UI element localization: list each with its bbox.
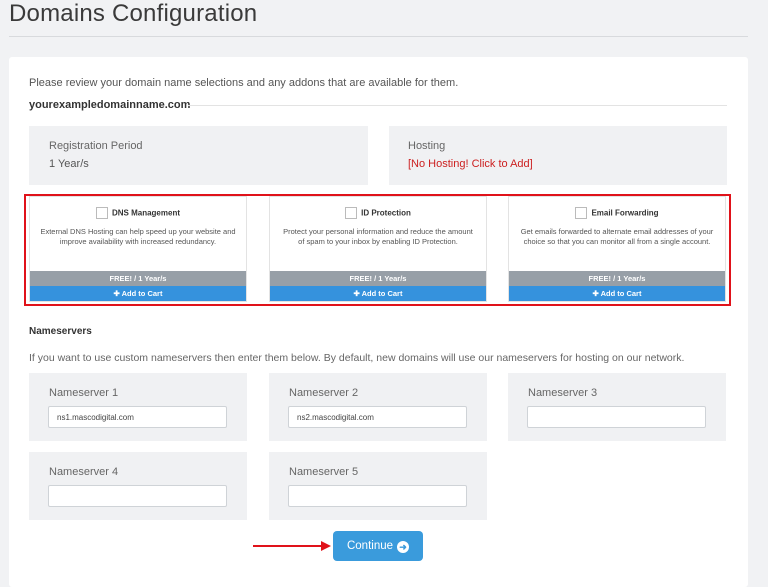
dns-management-checkbox[interactable]: [95, 207, 108, 219]
continue-label: Continue: [346, 540, 394, 552]
plus-icon: ✚: [592, 289, 599, 298]
title-divider: [9, 36, 748, 37]
addon-description: External DNS Hosting can help speed up y…: [40, 227, 236, 246]
hosting-box: Hosting [No Hosting! Click to Add]: [389, 126, 727, 185]
nameserver-1-label: Nameserver 1: [49, 387, 119, 399]
nameservers-heading: Nameservers: [29, 326, 92, 337]
addon-description: Protect your personal information and re…: [283, 227, 473, 246]
plus-icon: ✚: [353, 289, 360, 298]
addon-price: FREE! / 1 Year/s: [270, 271, 486, 286]
domain-divider: [188, 105, 727, 106]
nameserver-3-input[interactable]: [527, 406, 706, 428]
nameserver-5-box: Nameserver 5: [269, 452, 487, 520]
hosting-label: Hosting: [408, 140, 446, 152]
intro-text: Please review your domain name selection…: [29, 77, 459, 89]
page-title: Domains Configuration: [9, 0, 258, 27]
id-protection-checkbox[interactable]: [345, 207, 358, 219]
nameservers-help-text: If you want to use custom nameservers th…: [29, 352, 685, 364]
add-to-cart-button[interactable]: ✚ Add to Cart: [270, 286, 486, 301]
continue-button[interactable]: Continue ➜: [333, 531, 423, 561]
addon-id-protection: ID Protection Protect your personal info…: [269, 196, 487, 302]
nameserver-1-input[interactable]: [48, 406, 227, 428]
nameserver-4-input[interactable]: [48, 485, 227, 507]
nameserver-5-input[interactable]: [288, 485, 467, 507]
nameserver-1-box: Nameserver 1: [29, 373, 247, 441]
addon-price: FREE! / 1 Year/s: [30, 271, 246, 286]
addon-email-forwarding: Email Forwarding Get emails forwarded to…: [508, 196, 726, 302]
plus-icon: ✚: [113, 289, 120, 298]
nameserver-5-label: Nameserver 5: [289, 466, 359, 478]
addon-title: ID Protection: [361, 208, 411, 218]
addon-description: Get emails forwarded to alternate email …: [520, 227, 714, 246]
nameserver-3-box: Nameserver 3: [508, 373, 726, 441]
registration-period-box: Registration Period 1 Year/s: [29, 126, 368, 185]
nameserver-3-label: Nameserver 3: [528, 387, 598, 399]
nameserver-2-input[interactable]: [288, 406, 467, 428]
arrow-circle-right-icon: ➜: [397, 541, 410, 553]
add-to-cart-button[interactable]: ✚ Add to Cart: [30, 286, 246, 301]
nameserver-2-box: Nameserver 2: [269, 373, 487, 441]
addon-title: DNS Management: [111, 208, 180, 218]
domain-name: yourexampledomainname.com: [29, 99, 191, 111]
addon-dns-management: DNS Management External DNS Hosting can …: [29, 196, 247, 302]
add-to-cart-label: Add to Cart: [361, 289, 403, 298]
add-hosting-link[interactable]: [No Hosting! Click to Add]: [408, 158, 533, 170]
email-forwarding-checkbox[interactable]: [575, 207, 588, 219]
registration-period-label: Registration Period: [49, 140, 143, 152]
add-to-cart-label: Add to Cart: [121, 289, 163, 298]
addon-title: Email Forwarding: [591, 208, 659, 218]
nameserver-2-label: Nameserver 2: [289, 387, 359, 399]
add-to-cart-label: Add to Cart: [600, 289, 642, 298]
add-to-cart-button[interactable]: ✚ Add to Cart: [509, 286, 725, 301]
red-arrow-annotation: [253, 541, 331, 551]
nameserver-4-label: Nameserver 4: [49, 466, 119, 478]
addon-price: FREE! / 1 Year/s: [509, 271, 725, 286]
nameserver-4-box: Nameserver 4: [29, 452, 247, 520]
registration-period-value: 1 Year/s: [49, 158, 89, 170]
